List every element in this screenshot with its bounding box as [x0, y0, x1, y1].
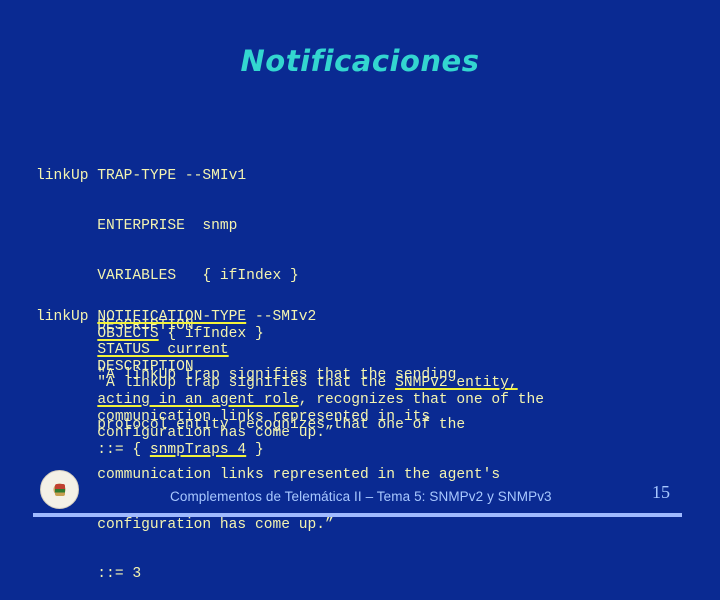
code-text: configuration has come up.”: [36, 425, 334, 442]
highlighted-text: OBJECTS: [97, 325, 159, 342]
code-line: STATUS current: [36, 342, 544, 359]
code-text: linkUp: [36, 309, 98, 325]
university-seal-logo: [40, 470, 79, 509]
highlighted-text: STATUS current: [97, 342, 229, 359]
code-text: DESCRIPTION: [36, 358, 194, 375]
code-text: { ifIndex }: [158, 325, 264, 342]
highlighted-text: SNMPv2 entity,: [395, 375, 518, 392]
code-line: ENTERPRISE snmp: [36, 217, 238, 234]
code-text: , recognizes that one of the: [298, 391, 544, 408]
footer-divider: [33, 513, 682, 517]
code-line: ::= 3: [36, 566, 142, 583]
code-text: ::= {: [36, 441, 150, 458]
code-line: configuration has come up.”: [36, 516, 334, 533]
footer-course-title: Complementos de Telemática II – Tema 5: …: [170, 489, 552, 504]
code-text: }: [246, 441, 264, 458]
slide-title: Notificaciones: [240, 44, 480, 78]
code-line: OBJECTS { ifIndex }: [36, 326, 544, 343]
code-line: linkUp TRAP-TYPE --SMIv1: [36, 168, 247, 185]
code-line: DESCRIPTION: [36, 359, 544, 376]
code-line: communication links represented in its: [36, 409, 544, 426]
code-text: --SMIv2: [246, 309, 317, 325]
code-line: acting in an agent role, recognizes that…: [36, 392, 544, 409]
code-text: communication links represented in its: [36, 408, 431, 425]
smiv2-notification-definition: linkUp NOTIFICATION-TYPE --SMIv2 OBJECTS…: [36, 309, 544, 458]
highlighted-text: NOTIFICATION-TYPE: [97, 309, 247, 325]
code-text: "A linkUp trap signifies that the: [36, 375, 396, 392]
highlighted-text: snmpTraps 4: [149, 441, 247, 458]
code-line: communication links represented in the a…: [36, 466, 501, 483]
code-line: linkUp NOTIFICATION-TYPE --SMIv2: [36, 309, 544, 326]
page-number: 15: [652, 482, 670, 502]
coat-of-arms-icon: [54, 483, 65, 496]
code-line: ::= { snmpTraps 4 }: [36, 442, 544, 459]
code-line: configuration has come up.”: [36, 425, 544, 442]
code-line: "A linkUp trap signifies that the SNMPv2…: [36, 375, 544, 392]
highlighted-text: acting in an agent role: [97, 391, 299, 408]
code-line: VARIABLES { ifIndex }: [36, 267, 299, 284]
